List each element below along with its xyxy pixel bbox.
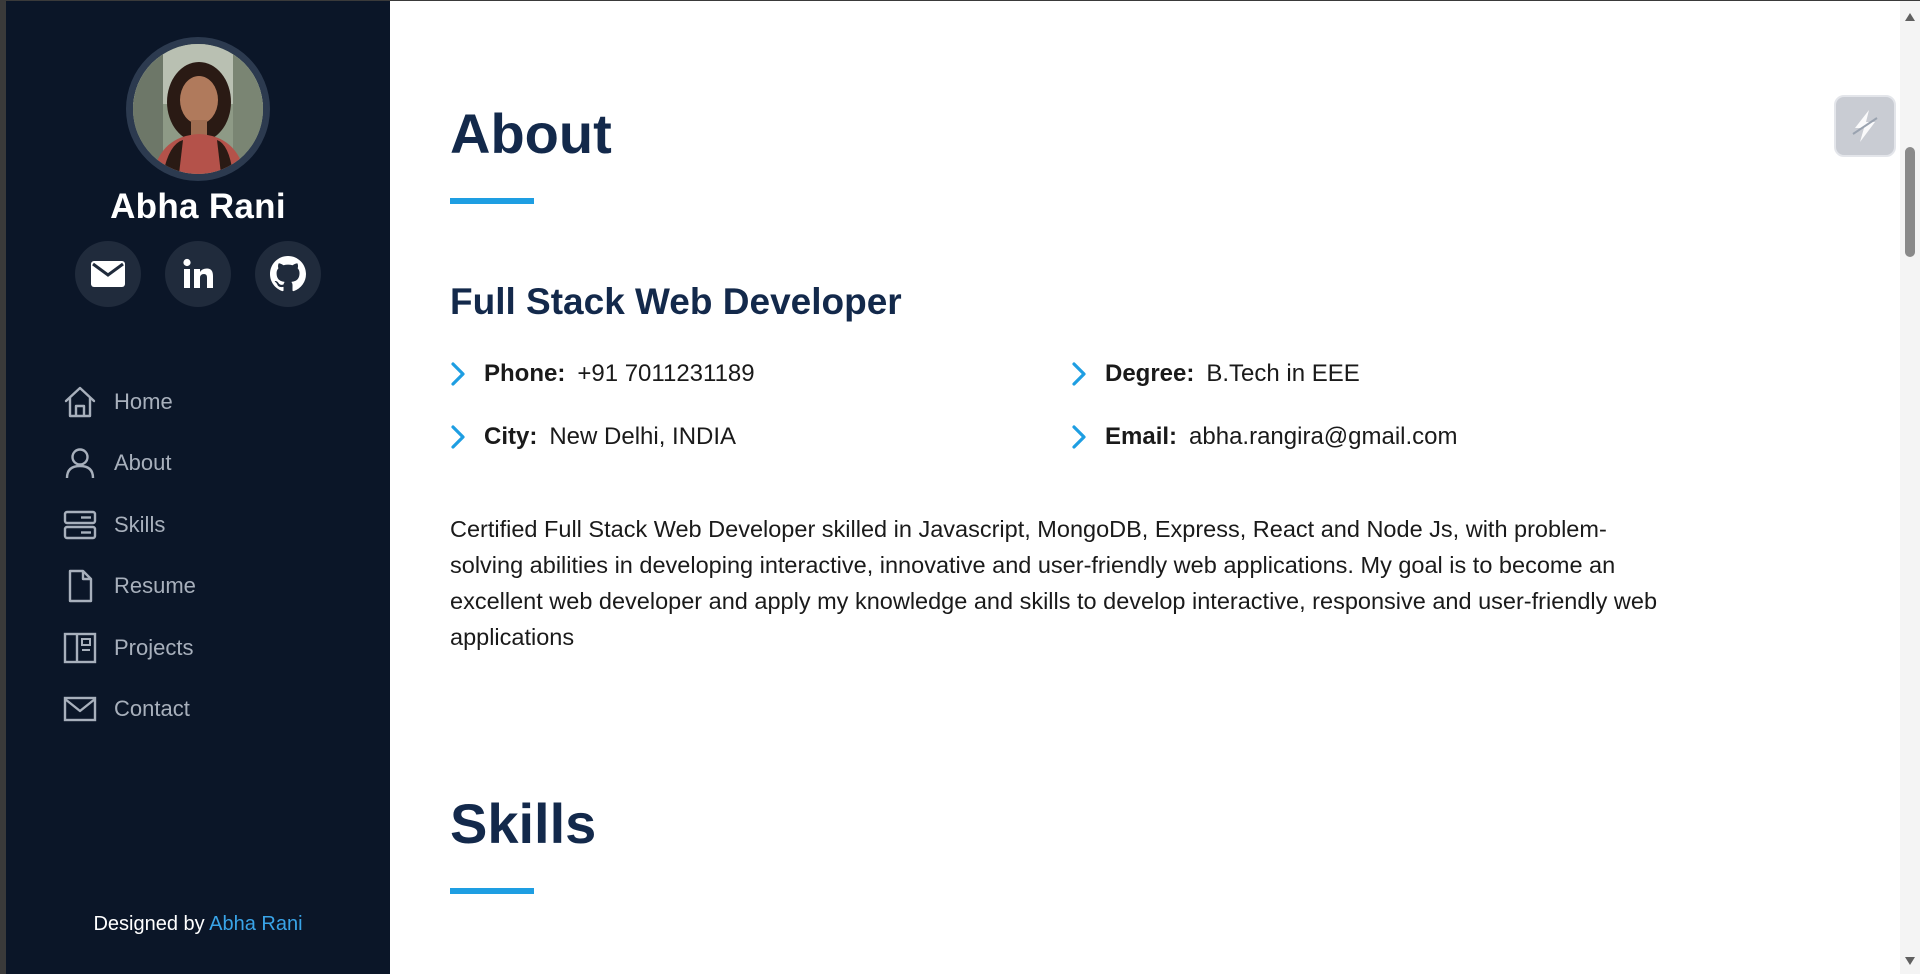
chevron-right-icon xyxy=(450,359,472,389)
layout-icon xyxy=(62,630,98,666)
avatar xyxy=(133,44,263,174)
info-email: Email: abha.rangira@gmail.com xyxy=(1071,422,1458,452)
avatar-photo xyxy=(133,44,263,174)
nav-label-contact: Contact xyxy=(114,696,190,722)
info-degree-label: Degree: xyxy=(1105,360,1195,387)
info-email-label: Email: xyxy=(1105,423,1178,450)
extension-widget-button[interactable] xyxy=(1834,95,1896,157)
social-links xyxy=(6,241,390,307)
lightning-icon xyxy=(1852,110,1878,142)
about-title-underline xyxy=(450,198,534,204)
home-icon xyxy=(62,384,98,420)
about-section-title: About xyxy=(450,102,612,165)
envelope-icon xyxy=(91,261,125,287)
nav-item-projects[interactable]: Projects xyxy=(62,617,362,679)
nav-label-projects: Projects xyxy=(114,634,194,660)
linkedin-link[interactable] xyxy=(165,241,231,307)
nav-item-resume[interactable]: Resume xyxy=(62,556,362,618)
github-link[interactable] xyxy=(255,241,321,307)
footer-credit-text: Designed by xyxy=(93,913,205,935)
role-title: Full Stack Web Developer xyxy=(450,281,902,322)
scroll-up-arrow-icon[interactable] xyxy=(1904,11,1916,23)
profile-name: Abha Rani xyxy=(110,187,286,226)
server-icon xyxy=(62,507,98,543)
skills-title-underline xyxy=(450,888,534,894)
linkedin-icon xyxy=(183,258,213,288)
main-content: About Full Stack Web Developer Phone: +9… xyxy=(390,1,1900,974)
info-phone-label: Phone: xyxy=(484,360,566,387)
nav-item-contact[interactable]: Contact xyxy=(62,679,362,741)
nav-item-about[interactable]: About xyxy=(62,433,362,495)
envelope-outline-icon xyxy=(62,691,98,727)
browser-viewport: Abha Rani Home About Skills Resume Proje… xyxy=(6,1,1920,974)
nav-label-home: Home xyxy=(114,388,173,414)
skills-section-title: Skills xyxy=(450,792,597,855)
user-icon xyxy=(62,445,98,481)
info-city: City: New Delhi, INDIA xyxy=(450,422,736,452)
nav-label-skills: Skills xyxy=(114,511,166,537)
chevron-right-icon xyxy=(450,422,472,452)
info-email-value: abha.rangira@gmail.com xyxy=(1189,423,1458,450)
info-phone-value: +91 7011231189 xyxy=(577,360,755,387)
email-link[interactable] xyxy=(75,241,141,307)
info-degree: Degree: B.Tech in EEE xyxy=(1071,359,1360,389)
sidebar-footer: Designed by Abha Rani xyxy=(6,913,390,936)
github-icon xyxy=(270,256,306,292)
sidebar: Abha Rani Home About Skills Resume Proje… xyxy=(6,1,390,974)
vertical-scrollbar[interactable] xyxy=(1900,1,1920,974)
chevron-right-icon xyxy=(1071,359,1093,389)
avatar-frame xyxy=(126,37,270,181)
info-city-label: City: xyxy=(484,423,538,450)
chevron-right-icon xyxy=(1071,422,1093,452)
info-degree-value: B.Tech in EEE xyxy=(1206,360,1360,387)
footer-credit-link[interactable]: Abha Rani xyxy=(209,913,302,935)
nav-label-resume: Resume xyxy=(114,573,196,599)
side-nav: Home About Skills Resume Projects Contac… xyxy=(62,371,362,740)
scroll-down-arrow-icon[interactable] xyxy=(1904,955,1916,967)
info-city-value: New Delhi, INDIA xyxy=(549,423,737,450)
nav-item-home[interactable]: Home xyxy=(62,371,362,433)
info-phone: Phone: +91 7011231189 xyxy=(450,359,755,389)
about-bio: Certified Full Stack Web Developer skill… xyxy=(450,516,1658,650)
file-icon xyxy=(62,568,98,604)
nav-label-about: About xyxy=(114,450,172,476)
nav-item-skills[interactable]: Skills xyxy=(62,494,362,556)
scrollbar-thumb[interactable] xyxy=(1905,147,1915,257)
